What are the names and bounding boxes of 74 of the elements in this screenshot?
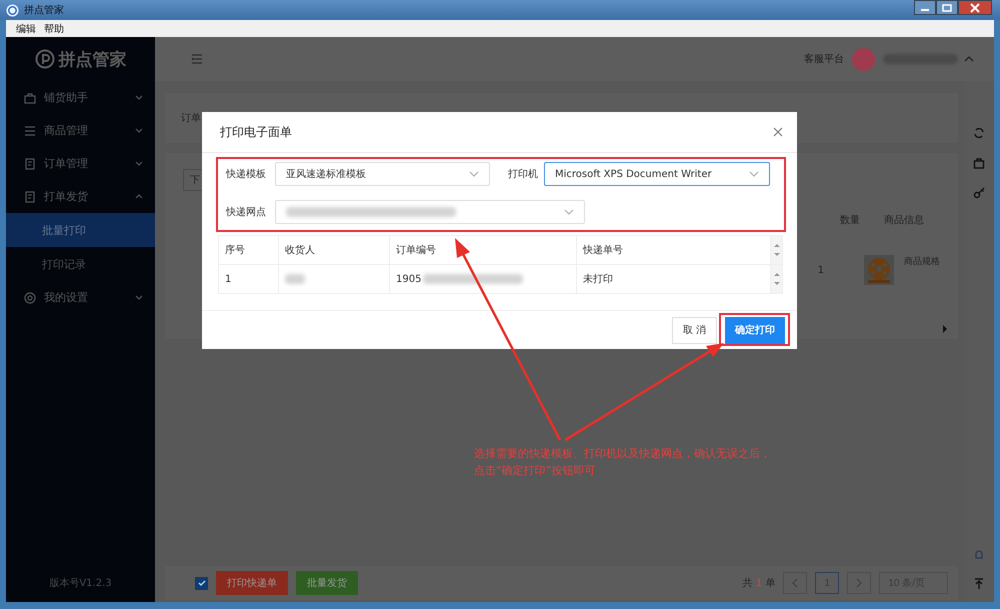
customer-service-link[interactable]: 客服平台 <box>804 52 844 66</box>
column-header: 数量 <box>840 214 860 227</box>
dropdown-icon <box>749 171 759 177</box>
field-label: 快递模板 <box>226 168 267 181</box>
back-to-top-icon[interactable] <box>973 578 985 590</box>
chevron-icon <box>135 161 143 166</box>
cancel-button[interactable]: 取 消 <box>672 316 717 344</box>
minimize-button[interactable] <box>914 0 936 15</box>
menu-item[interactable]: 帮助 <box>44 22 64 36</box>
list-icon <box>24 124 36 136</box>
sidebar-item[interactable]: 铺货助手 <box>6 81 155 114</box>
checkbox[interactable] <box>195 576 208 590</box>
field-label: 快递网点 <box>226 206 267 219</box>
refresh-icon[interactable] <box>973 127 985 139</box>
sidebar-item[interactable]: 打单发货 <box>6 180 155 213</box>
sidebar-subitem[interactable]: 批量打印 <box>6 213 155 247</box>
total-count: 共 1 单 <box>742 576 776 590</box>
scroll-right-icon[interactable] <box>942 325 948 333</box>
close-icon[interactable] <box>773 127 783 137</box>
chevron-icon <box>135 95 143 100</box>
scroll-arrows-icon[interactable] <box>774 271 780 287</box>
column-header: 商品信息 <box>884 214 924 227</box>
branch-select[interactable] <box>275 200 585 224</box>
field-label: 打印机 <box>508 168 538 181</box>
table-cell: 1 <box>219 265 279 293</box>
bag-icon <box>24 92 36 104</box>
dropdown-icon <box>564 209 574 215</box>
prev-page-button[interactable] <box>783 572 808 594</box>
column-header: 序号 <box>219 236 279 264</box>
chevron-icon <box>135 128 143 133</box>
chevron-icon <box>135 295 143 300</box>
document-icon <box>24 190 36 202</box>
bell-icon[interactable] <box>973 548 985 560</box>
scroll-arrows-icon[interactable] <box>774 242 780 258</box>
template-select[interactable]: 亚风速递标准模板 <box>275 162 490 186</box>
confirm-print-button[interactable]: 确定打印 <box>725 316 785 344</box>
maximize-button[interactable] <box>936 0 958 15</box>
column-header: 收货人 <box>279 236 390 264</box>
menu-item[interactable]: 编辑 <box>16 22 36 36</box>
print-waybill-button[interactable]: 打印快递单 <box>216 571 288 595</box>
redacted-name <box>285 274 305 284</box>
chevron-left-icon <box>792 578 798 588</box>
sidebar-item[interactable]: 我的设置 <box>6 281 155 314</box>
bag-icon[interactable] <box>973 157 985 169</box>
logo-text: 拼点管家 <box>58 48 126 70</box>
maximize-icon <box>942 4 952 12</box>
caret-icon[interactable] <box>964 56 974 62</box>
annotation-text: 选择需要的快递模板、打印机以及快递网点，确认无误之后， 点击“确定打印”按钮即可 <box>474 446 771 479</box>
close-button[interactable] <box>958 0 992 15</box>
close-icon <box>970 2 980 12</box>
next-page-button[interactable] <box>847 572 872 594</box>
order-number-cell: 1905 <box>396 274 422 284</box>
menu-icon[interactable] <box>191 54 203 64</box>
dropdown-icon <box>469 171 479 177</box>
gear-icon <box>24 292 36 304</box>
sidebar-item[interactable]: 商品管理 <box>6 114 155 147</box>
logo-icon <box>34 49 54 69</box>
sidebar-item[interactable]: 订单管理 <box>6 147 155 180</box>
version-label: 版本号V1.2.3 <box>48 576 113 591</box>
key-icon[interactable] <box>973 187 985 199</box>
quantity-cell: 1 <box>818 264 824 276</box>
printer-select[interactable]: Microsoft XPS Document Writer <box>544 162 770 186</box>
chevron-icon <box>135 194 143 199</box>
check-icon <box>196 578 206 588</box>
ship-button[interactable]: 批量发货 <box>296 571 358 595</box>
highlight-frame <box>719 313 790 346</box>
dialog-title: 打印电子面单 <box>220 124 292 140</box>
sidebar-subitem[interactable]: 打印记录 <box>6 247 155 281</box>
filter-label: 订单 <box>181 112 201 125</box>
chevron-right-icon <box>856 578 862 588</box>
window-title: 拼点管家 <box>24 4 64 17</box>
spec-text: 商品规格 <box>904 256 940 268</box>
document-icon <box>24 158 36 170</box>
app-logo-icon <box>6 4 19 16</box>
